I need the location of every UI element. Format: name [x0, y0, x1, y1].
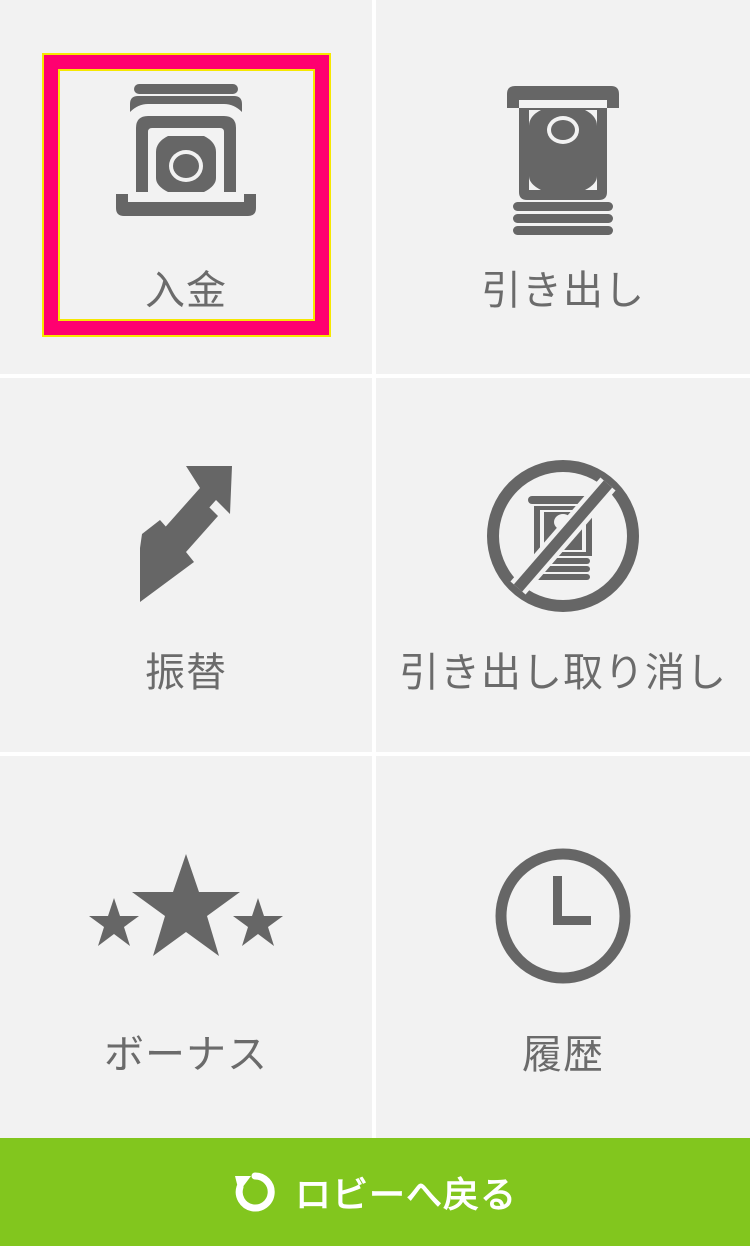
transfer-tile[interactable]: 振替 [0, 378, 372, 752]
history-tile[interactable]: 履歴 [376, 756, 750, 1138]
back-to-lobby-label: ロビーへ戻る [294, 1175, 517, 1216]
transfer-arrows-icon [0, 464, 372, 604]
back-to-lobby-button[interactable]: ロビーへ戻る [0, 1138, 750, 1246]
transfer-label: 振替 [145, 650, 227, 696]
cancel-withdraw-icon [376, 456, 750, 616]
withdraw-icon [376, 82, 750, 238]
cancel-withdraw-label: 引き出し取り消し [399, 650, 727, 696]
bonus-label: ボーナス [104, 1032, 268, 1078]
bonus-tile[interactable]: ボーナス [0, 756, 372, 1138]
stars-icon [0, 852, 372, 962]
refresh-icon [233, 1170, 277, 1214]
clock-icon [376, 846, 750, 986]
cancel-withdraw-tile[interactable]: 引き出し取り消し [376, 378, 750, 752]
deposit-tile[interactable]: 入金 [0, 0, 372, 374]
deposit-icon [0, 82, 372, 222]
withdraw-tile[interactable]: 引き出し [376, 0, 750, 374]
withdraw-label: 引き出し [481, 268, 645, 314]
history-label: 履歴 [522, 1032, 604, 1078]
deposit-label: 入金 [145, 268, 227, 314]
menu-grid: 入金 引き出し 振替 引き出し取り消し ボーナス 履歴 [0, 0, 750, 1138]
